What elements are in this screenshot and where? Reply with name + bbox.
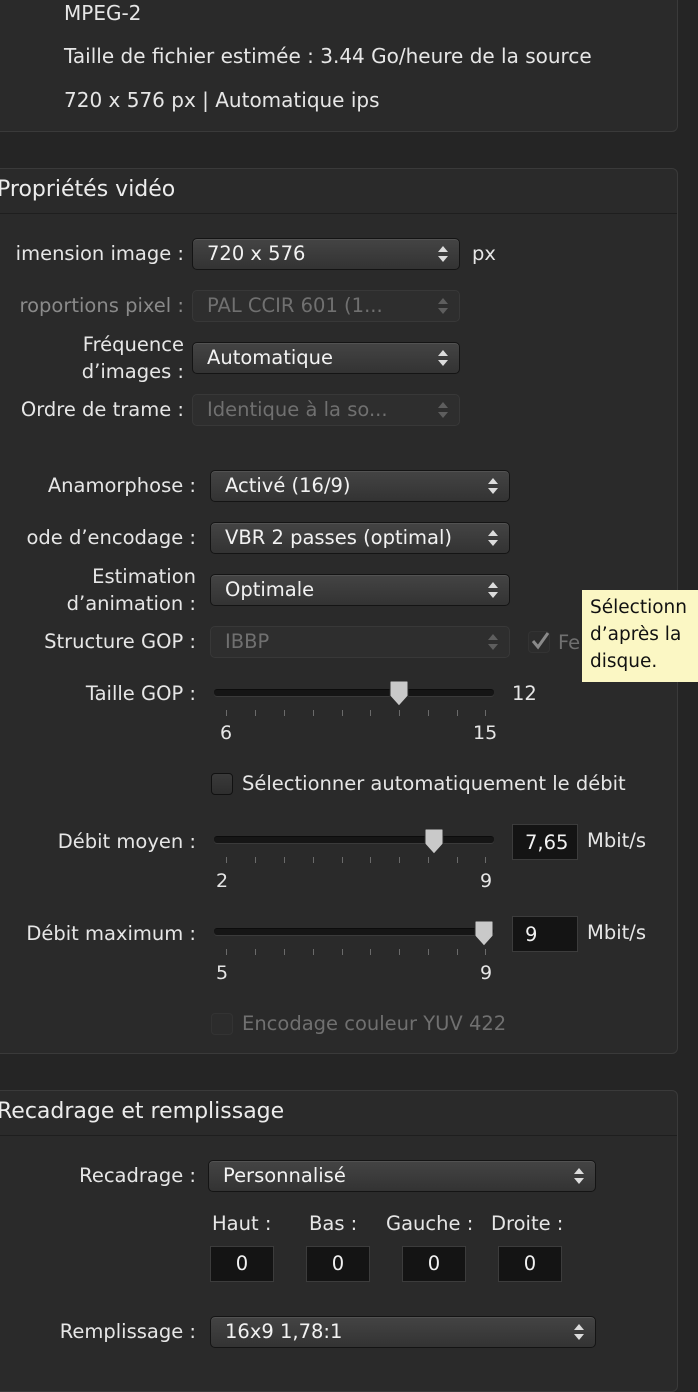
avg-bitrate-track[interactable] [214, 836, 494, 843]
gop-size-min: 6 [220, 722, 233, 744]
gop-size-label: Taille GOP : [85, 682, 196, 705]
padding-label: Remplissage : [59, 1320, 196, 1343]
gop-size-slider-knob[interactable] [387, 680, 411, 708]
avg-bitrate-slider-knob[interactable] [422, 828, 446, 856]
frame-rate-label-line1: Fréquence [82, 333, 184, 356]
checkmark-icon [531, 632, 550, 650]
gop-size-track[interactable] [214, 689, 494, 696]
tooltip-line3: disque. [590, 651, 658, 672]
up-down-arrows-icon [574, 1324, 584, 1340]
yuv-422-label: Encodage couleur YUV 422 [242, 1012, 507, 1035]
crop-right-label: Droite : [491, 1212, 564, 1235]
crop-right-field[interactable]: 0 [498, 1246, 562, 1282]
max-bitrate-value: 9 [525, 923, 538, 946]
frame-rate-value: Automatique [207, 346, 334, 369]
video-properties-header: Propriétés vidéo [0, 169, 677, 214]
up-down-arrows-icon [438, 246, 448, 262]
auto-bitrate-label: Sélectionner automatiquement le débit [242, 772, 626, 795]
gop-size-value: 12 [512, 682, 537, 705]
avg-bitrate-label: Débit moyen : [57, 830, 196, 853]
dimension-label: imension image : [15, 242, 184, 265]
field-order-popup[interactable]: Identique à la so... [192, 394, 460, 426]
up-down-arrows-icon [488, 478, 498, 494]
motion-estimation-label-line2: d’animation : [66, 592, 196, 615]
crop-top-label: Haut : [212, 1212, 272, 1235]
crop-value: Personnalisé [223, 1164, 346, 1187]
crop-padding-title: Recadrage et remplissage [0, 1099, 285, 1124]
avg-bitrate-max: 9 [480, 870, 493, 892]
motion-estimation-value: Optimale [225, 578, 315, 601]
gop-size-max: 15 [473, 722, 498, 744]
avg-bitrate-value: 7,65 [525, 831, 569, 854]
video-properties-title: Propriétés vidéo [0, 177, 176, 202]
dimension-unit: px [472, 242, 496, 265]
crop-left-field[interactable]: 0 [402, 1246, 466, 1282]
crop-popup[interactable]: Personnalisé [208, 1160, 596, 1192]
max-bitrate-label: Débit maximum : [26, 922, 196, 945]
anamorphic-value: Activé (16/9) [225, 474, 351, 497]
dimension-popup[interactable]: 720 x 576 [192, 238, 460, 270]
crop-left-label: Gauche : [386, 1212, 474, 1235]
field-order-value: Identique à la so... [207, 398, 388, 421]
tooltip-line2: d’après la [590, 624, 682, 645]
max-bitrate-unit: Mbit/s [587, 921, 646, 944]
avg-bitrate-ticks [226, 857, 486, 863]
avg-bitrate-field[interactable]: 7,65 [512, 824, 578, 860]
up-down-arrows-icon [438, 402, 448, 418]
yuv-422-checkbox[interactable] [211, 1013, 233, 1035]
avg-bitrate-unit: Mbit/s [587, 829, 646, 852]
tooltip: Sélectionn d’après la disque. [582, 590, 698, 682]
up-down-arrows-icon [488, 582, 498, 598]
dimension-value: 720 x 576 [207, 242, 306, 265]
pixel-aspect-popup[interactable]: PAL CCIR 601 (1... [192, 290, 460, 322]
summary-resolution: 720 x 576 px | Automatique ips [64, 88, 380, 112]
max-bitrate-ticks [226, 949, 486, 955]
pixel-aspect-value: PAL CCIR 601 (1... [207, 294, 383, 317]
motion-estimation-label: Estimation d’animation : [67, 563, 196, 617]
gop-structure-popup[interactable]: IBBP [210, 626, 510, 658]
up-down-arrows-icon [574, 1168, 584, 1184]
gop-size-ticks [226, 710, 486, 716]
frame-rate-label: Fréquence d’images : [82, 331, 184, 385]
summary-format: MPEG-2 [64, 1, 142, 25]
padding-value: 16x9 1,78:1 [225, 1320, 343, 1343]
crop-bottom-label: Bas : [309, 1212, 358, 1235]
frame-rate-label-line2: d’images : [81, 360, 184, 383]
auto-bitrate-checkbox[interactable] [211, 773, 233, 795]
gop-closed-checkbox[interactable] [528, 631, 550, 653]
up-down-arrows-icon [488, 634, 498, 650]
motion-estimation-popup[interactable]: Optimale [210, 574, 510, 606]
anamorphic-popup[interactable]: Activé (16/9) [210, 470, 510, 502]
encoding-mode-value: VBR 2 passes (optimal) [225, 526, 453, 549]
max-bitrate-track[interactable] [214, 928, 494, 935]
padding-popup[interactable]: 16x9 1,78:1 [210, 1316, 596, 1348]
pixel-aspect-label: roportions pixel : [19, 294, 184, 317]
crop-top-field[interactable]: 0 [210, 1246, 274, 1282]
max-bitrate-field[interactable]: 9 [512, 916, 578, 952]
motion-estimation-label-line1: Estimation [92, 565, 196, 588]
crop-bottom-field[interactable]: 0 [306, 1246, 370, 1282]
field-order-label: Ordre de trame : [20, 398, 184, 421]
up-down-arrows-icon [488, 530, 498, 546]
avg-bitrate-min: 2 [216, 870, 229, 892]
crop-label: Recadrage : [79, 1164, 196, 1187]
tooltip-line1: Sélectionn [590, 597, 687, 618]
up-down-arrows-icon [438, 298, 448, 314]
up-down-arrows-icon [438, 350, 448, 366]
summary-file-size: Taille de fichier estimée : 3.44 Go/heur… [64, 44, 592, 68]
encoding-mode-popup[interactable]: VBR 2 passes (optimal) [210, 522, 510, 554]
max-bitrate-min: 5 [216, 962, 229, 984]
gop-structure-value: IBBP [225, 630, 270, 653]
gop-closed-label: Fe [558, 631, 581, 654]
gop-structure-label: Structure GOP : [44, 630, 196, 653]
max-bitrate-max: 9 [480, 962, 493, 984]
crop-padding-header: Recadrage et remplissage [0, 1091, 677, 1136]
frame-rate-popup[interactable]: Automatique [192, 342, 460, 374]
max-bitrate-slider-knob[interactable] [472, 920, 496, 948]
encoding-mode-label: ode d’encodage : [26, 526, 196, 549]
anamorphic-label: Anamorphose : [47, 474, 196, 497]
